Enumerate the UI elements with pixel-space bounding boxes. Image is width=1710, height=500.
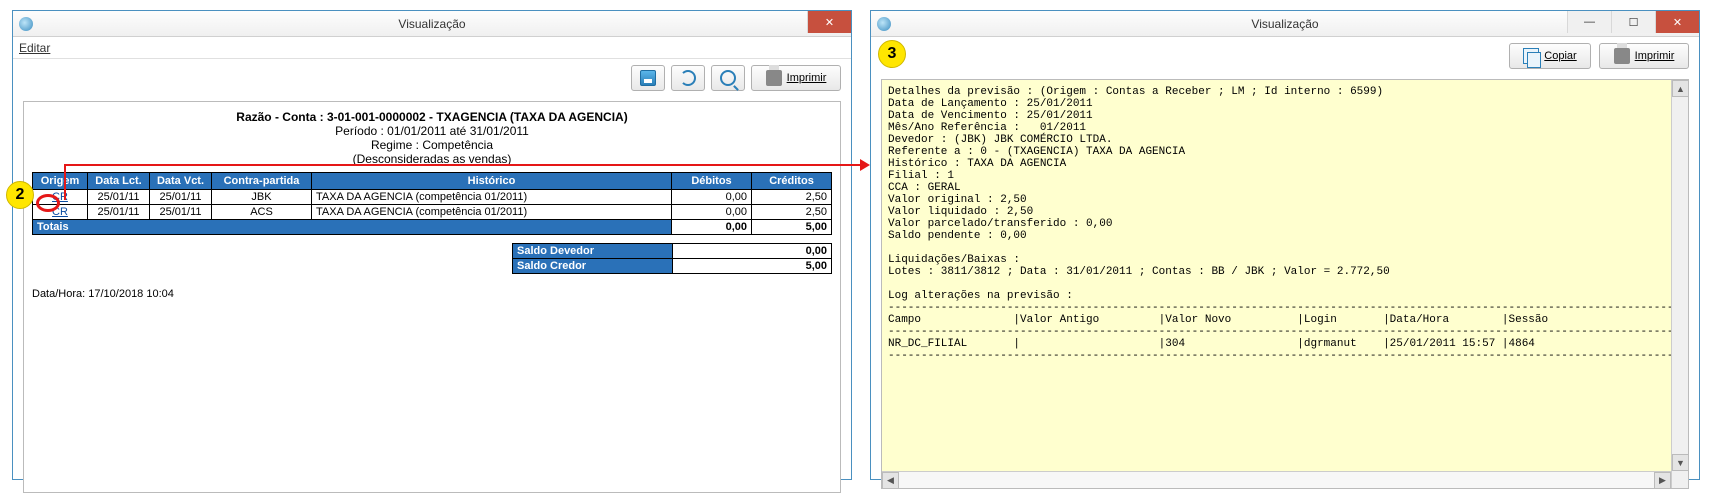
totals-label: Totais [33,220,672,235]
refresh-button[interactable] [671,65,705,91]
arrow-line [64,164,860,166]
col-contra: Contra-partida [212,173,312,190]
report-regime: Regime : Competência [32,138,832,152]
cell-contra: JBK [212,190,312,205]
cell-deb: 0,00 [672,205,752,220]
save-icon [640,70,656,86]
maximize-button[interactable]: ☐ [1611,11,1655,33]
cell-vct: 25/01/11 [150,190,212,205]
saldo-devedor-value: 0,00 [673,244,832,259]
step-badge-2: 2 [6,181,34,209]
refresh-icon [680,70,696,86]
saldo-devedor-label: Saldo Devedor [513,244,673,259]
app-icon [877,17,891,31]
print-button[interactable]: Imprimir [751,65,841,91]
cell-hist: TAXA DA AGENCIA (competência 01/2011) [312,190,672,205]
print-button[interactable]: Imprimir [1599,43,1689,69]
table-row[interactable]: CR 25/01/11 25/01/11 JBK TAXA DA AGENCIA… [33,190,832,205]
app-icon [19,17,33,31]
copy-label: Copiar [1544,50,1576,62]
cell-lct: 25/01/11 [88,190,150,205]
close-button[interactable]: ✕ [807,11,851,33]
step-badge-3: 3 [878,40,906,68]
origin-link[interactable]: CR [52,206,68,218]
cell-cred: 2,50 [752,205,832,220]
left-window: Visualização ✕ Editar Imprimir Razão - C… [12,10,852,480]
col-debitos: Débitos [672,173,752,190]
vertical-scrollbar[interactable]: ▲ ▼ [1671,80,1688,488]
menubar: Editar [13,37,851,59]
detail-frame: Detalhes da previsão : (Origem : Contas … [881,79,1689,489]
report-frame: Razão - Conta : 3-01-001-0000002 - TXAGE… [23,101,841,493]
print-label: Imprimir [787,72,827,84]
titlebar[interactable]: Visualização — ☐ ✕ [871,11,1699,37]
col-creditos: Créditos [752,173,832,190]
arrow-vertical [64,164,66,200]
col-data-lct: Data Lct. [88,173,150,190]
saldo-credor-value: 5,00 [673,259,832,274]
titlebar[interactable]: Visualização ✕ [13,11,851,37]
report-period: Período : 01/01/2011 até 31/01/2011 [32,124,832,138]
cell-cred: 2,50 [752,190,832,205]
minimize-button[interactable]: — [1567,11,1611,33]
footer-datetime: Data/Hora: 17/10/2018 10:04 [32,288,832,300]
scroll-up-button[interactable]: ▲ [1672,80,1689,97]
horizontal-scrollbar[interactable]: ◀ ▶ [882,471,1671,488]
cell-contra: ACS [212,205,312,220]
saldo-credor-label: Saldo Credor [513,259,673,274]
cell-lct: 25/01/11 [88,205,150,220]
print-label: Imprimir [1635,50,1675,62]
zoom-icon [720,70,736,86]
scroll-down-button[interactable]: ▼ [1672,454,1689,471]
scrollbar-track[interactable] [899,472,1654,489]
arrow-head-icon [860,159,870,171]
col-origem: Origem [33,173,88,190]
cell-vct: 25/01/11 [150,205,212,220]
totals-cred: 5,00 [752,220,832,235]
col-data-vct: Data Vct. [150,173,212,190]
zoom-button[interactable] [711,65,745,91]
report-title: Razão - Conta : 3-01-001-0000002 - TXAGE… [32,110,832,124]
table-row[interactable]: CR 25/01/11 25/01/11 ACS TAXA DA AGENCIA… [33,205,832,220]
cell-deb: 0,00 [672,190,752,205]
totals-row: Totais 0,00 5,00 [33,220,832,235]
table-header-row: Origem Data Lct. Data Vct. Contra-partid… [33,173,832,190]
copy-button[interactable]: Copiar [1509,43,1591,69]
menu-edit[interactable]: Editar [19,41,50,55]
toolbar: Imprimir [13,59,851,97]
ledger-table: Origem Data Lct. Data Vct. Contra-partid… [32,172,832,235]
printer-icon [766,70,782,86]
detail-text[interactable]: Detalhes da previsão : (Origem : Contas … [888,86,1682,362]
right-window: Visualização — ☐ ✕ Copiar Imprimir Detal… [870,10,1700,480]
save-button[interactable] [631,65,665,91]
cell-hist: TAXA DA AGENCIA (competência 01/2011) [312,205,672,220]
window-title: Visualização [1251,17,1318,31]
printer-icon [1614,48,1630,64]
right-toolbar: Copiar Imprimir [871,37,1699,75]
scroll-right-button[interactable]: ▶ [1654,472,1671,489]
report-header: Razão - Conta : 3-01-001-0000002 - TXAGE… [32,110,832,166]
totals-deb: 0,00 [672,220,752,235]
close-button[interactable]: ✕ [1655,11,1699,33]
window-title: Visualização [398,17,465,31]
col-historico: Histórico [312,173,672,190]
balance-table: Saldo Devedor 0,00 Saldo Credor 5,00 [512,243,832,274]
copy-icon [1523,48,1539,64]
scroll-left-button[interactable]: ◀ [882,472,899,489]
